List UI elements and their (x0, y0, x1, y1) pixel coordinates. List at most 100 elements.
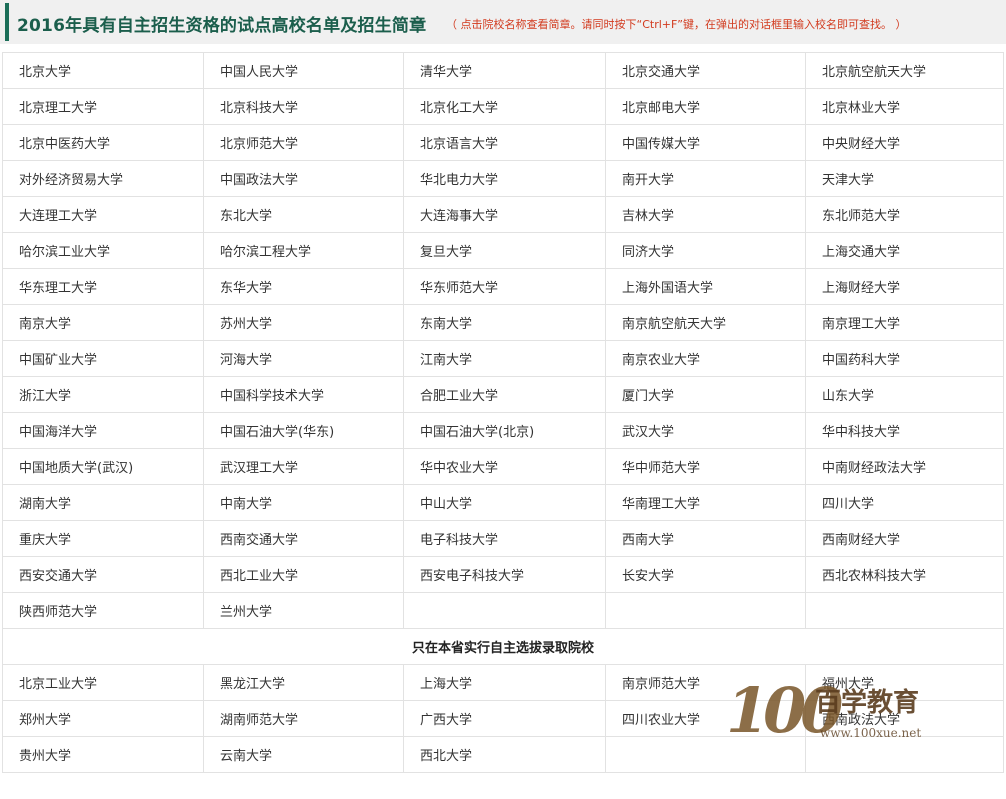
school-link[interactable]: 合肥工业大学 (420, 389, 498, 404)
school-link[interactable]: 华东理工大学 (19, 281, 97, 296)
school-link[interactable]: 北京理工大学 (19, 101, 97, 116)
school-cell: 北京工业大学 (2, 664, 204, 701)
school-link[interactable]: 北京林业大学 (822, 101, 900, 116)
school-link[interactable]: 中国传媒大学 (622, 137, 700, 152)
school-link[interactable]: 中国科学技术大学 (220, 389, 324, 404)
school-link[interactable]: 复旦大学 (420, 245, 472, 260)
school-link[interactable]: 北京科技大学 (220, 101, 298, 116)
school-link[interactable]: 同济大学 (622, 245, 674, 260)
school-link[interactable]: 西南大学 (622, 533, 674, 548)
school-link[interactable]: 大连海事大学 (420, 209, 498, 224)
school-link[interactable]: 北京邮电大学 (622, 101, 700, 116)
school-link[interactable]: 大连理工大学 (19, 209, 97, 224)
school-link[interactable]: 武汉理工大学 (220, 461, 298, 476)
school-link[interactable]: 南京航空航天大学 (622, 317, 726, 332)
school-link[interactable]: 对外经济贸易大学 (19, 173, 123, 188)
school-cell: 中南大学 (203, 484, 404, 521)
school-link[interactable]: 电子科技大学 (420, 533, 498, 548)
school-link[interactable]: 郑州大学 (19, 713, 71, 728)
school-link[interactable]: 武汉大学 (622, 425, 674, 440)
school-link[interactable]: 中国药科大学 (822, 353, 900, 368)
school-link[interactable]: 中南财经政法大学 (822, 461, 926, 476)
school-link[interactable]: 浙江大学 (19, 389, 71, 404)
school-cell: 北京中医药大学 (2, 124, 204, 161)
school-link[interactable]: 中国政法大学 (220, 173, 298, 188)
school-link[interactable]: 上海外国语大学 (622, 281, 713, 296)
school-link[interactable]: 中国地质大学(武汉) (19, 461, 133, 476)
school-link[interactable]: 中山大学 (420, 497, 472, 512)
school-cell: 上海大学 (403, 664, 606, 701)
school-link[interactable]: 华中师范大学 (622, 461, 700, 476)
school-link[interactable]: 重庆大学 (19, 533, 71, 548)
school-link[interactable]: 苏州大学 (220, 317, 272, 332)
school-link[interactable]: 西南政法大学 (822, 713, 900, 728)
school-link[interactable]: 福州大学 (822, 677, 874, 692)
school-link[interactable]: 南开大学 (622, 173, 674, 188)
school-link[interactable]: 北京航空航天大学 (822, 65, 926, 80)
school-link[interactable]: 北京语言大学 (420, 137, 498, 152)
school-link[interactable]: 北京交通大学 (622, 65, 700, 80)
school-link[interactable]: 东北师范大学 (822, 209, 900, 224)
table-row: 中国海洋大学 中国石油大学(华东) 中国石油大学(北京) 武汉大学 华中科技大学 (2, 412, 1004, 449)
school-link[interactable]: 西南交通大学 (220, 533, 298, 548)
school-cell: 复旦大学 (403, 232, 606, 269)
school-link[interactable]: 中国石油大学(华东) (220, 425, 334, 440)
school-link[interactable]: 江南大学 (420, 353, 472, 368)
school-link[interactable]: 山东大学 (822, 389, 874, 404)
school-link[interactable]: 南京理工大学 (822, 317, 900, 332)
school-link[interactable]: 哈尔滨工程大学 (220, 245, 311, 260)
school-link[interactable]: 西北工业大学 (220, 569, 298, 584)
school-link[interactable]: 湖南大学 (19, 497, 71, 512)
school-link[interactable]: 西北大学 (420, 749, 472, 764)
school-link[interactable]: 湖南师范大学 (220, 713, 298, 728)
school-link[interactable]: 河海大学 (220, 353, 272, 368)
school-link[interactable]: 哈尔滨工业大学 (19, 245, 110, 260)
school-link[interactable]: 华北电力大学 (420, 173, 498, 188)
school-link[interactable]: 华东师范大学 (420, 281, 498, 296)
school-link[interactable]: 东华大学 (220, 281, 272, 296)
school-link[interactable]: 上海财经大学 (822, 281, 900, 296)
school-cell: 华中师范大学 (605, 448, 806, 485)
school-link[interactable]: 上海交通大学 (822, 245, 900, 260)
school-link[interactable]: 陕西师范大学 (19, 605, 97, 620)
school-link[interactable]: 天津大学 (822, 173, 874, 188)
school-link[interactable]: 南京农业大学 (622, 353, 700, 368)
school-link[interactable]: 中国矿业大学 (19, 353, 97, 368)
school-link[interactable]: 吉林大学 (622, 209, 674, 224)
school-link[interactable]: 西安交通大学 (19, 569, 97, 584)
school-link[interactable]: 东北大学 (220, 209, 272, 224)
school-link[interactable]: 北京大学 (19, 65, 71, 80)
school-link[interactable]: 中央财经大学 (822, 137, 900, 152)
school-link[interactable]: 中南大学 (220, 497, 272, 512)
school-link[interactable]: 北京中医药大学 (19, 137, 110, 152)
school-link[interactable]: 贵州大学 (19, 749, 71, 764)
school-link[interactable]: 华中科技大学 (822, 425, 900, 440)
school-link[interactable]: 长安大学 (622, 569, 674, 584)
school-link[interactable]: 西南财经大学 (822, 533, 900, 548)
school-link[interactable]: 兰州大学 (220, 605, 272, 620)
school-link[interactable]: 北京师范大学 (220, 137, 298, 152)
school-link[interactable]: 四川大学 (822, 497, 874, 512)
school-link[interactable]: 南京大学 (19, 317, 71, 332)
school-link[interactable]: 北京工业大学 (19, 677, 97, 692)
school-cell: 东华大学 (203, 268, 404, 305)
school-link[interactable]: 厦门大学 (622, 389, 674, 404)
school-link[interactable]: 中国人民大学 (220, 65, 298, 80)
school-link[interactable]: 华南理工大学 (622, 497, 700, 512)
school-link[interactable]: 东南大学 (420, 317, 472, 332)
school-cell: 西安交通大学 (2, 556, 204, 593)
table-row: 贵州大学 云南大学 西北大学 (2, 736, 1004, 773)
school-link[interactable]: 中国石油大学(北京) (420, 425, 534, 440)
school-link[interactable]: 北京化工大学 (420, 101, 498, 116)
school-link[interactable]: 清华大学 (420, 65, 472, 80)
school-link[interactable]: 华中农业大学 (420, 461, 498, 476)
school-link[interactable]: 中国海洋大学 (19, 425, 97, 440)
school-link[interactable]: 云南大学 (220, 749, 272, 764)
school-link[interactable]: 西安电子科技大学 (420, 569, 524, 584)
school-link[interactable]: 四川农业大学 (622, 713, 700, 728)
school-link[interactable]: 西北农林科技大学 (822, 569, 926, 584)
school-link[interactable]: 广西大学 (420, 713, 472, 728)
school-link[interactable]: 南京师范大学 (622, 677, 700, 692)
school-link[interactable]: 上海大学 (420, 677, 472, 692)
school-link[interactable]: 黑龙江大学 (220, 677, 285, 692)
